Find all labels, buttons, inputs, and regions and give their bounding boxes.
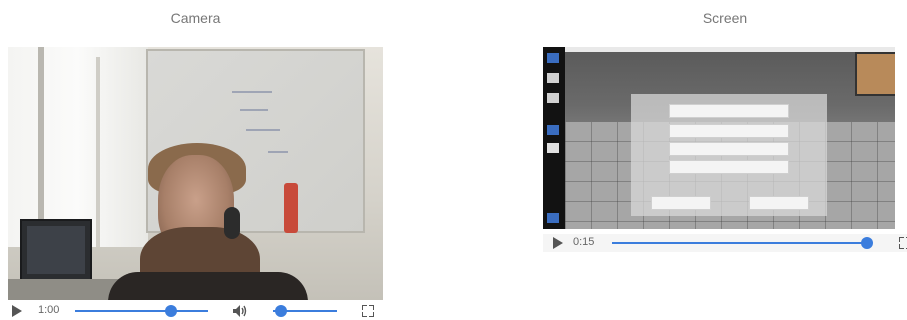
menu-button-right[interactable]	[749, 196, 809, 210]
desktop-taskbar	[543, 47, 565, 229]
play-icon[interactable]	[12, 305, 22, 317]
window	[8, 47, 148, 247]
headphone	[224, 207, 240, 239]
camera-video[interactable]	[8, 47, 383, 300]
fullscreen-icon[interactable]	[362, 305, 374, 317]
person-body	[108, 272, 308, 300]
camera-controls: 1:00	[8, 302, 383, 320]
game-menu	[631, 94, 827, 216]
minimap	[855, 52, 895, 96]
menu-button-left[interactable]	[651, 196, 711, 210]
screen-progress-thumb[interactable]	[860, 237, 873, 249]
menu-button-4[interactable]	[669, 160, 789, 174]
menu-button-2[interactable]	[669, 124, 789, 138]
game-scene	[565, 52, 895, 229]
menu-button-3[interactable]	[669, 142, 789, 156]
screen-controls: 0:15	[543, 234, 907, 252]
screen-title: Screen	[702, 10, 748, 26]
camera-title: Camera	[170, 10, 221, 26]
camera-progress-thumb[interactable]	[164, 305, 177, 317]
play-icon[interactable]	[553, 237, 563, 249]
fire-extinguisher	[284, 183, 298, 233]
screen-progress-track[interactable]	[612, 242, 872, 244]
volume-icon[interactable]	[232, 304, 248, 318]
menu-button-1[interactable]	[669, 104, 789, 118]
fullscreen-icon[interactable]	[899, 237, 907, 249]
window-frame	[96, 57, 100, 247]
window-frame	[38, 47, 44, 247]
camera-volume-thumb[interactable]	[274, 305, 287, 317]
camera-progress-track[interactable]	[75, 310, 208, 312]
camera-time: 1:00	[38, 304, 60, 316]
monitor	[20, 219, 92, 283]
screen-video[interactable]	[543, 47, 895, 229]
screen-time: 0:15	[573, 236, 595, 248]
